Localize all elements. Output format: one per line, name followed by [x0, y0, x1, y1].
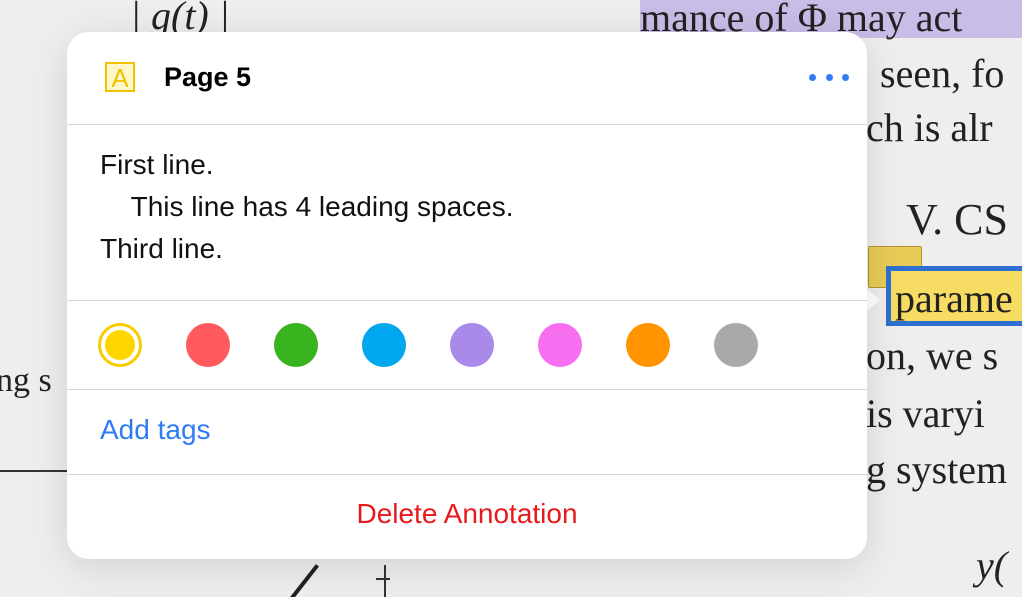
highlight-annotation-icon: A: [105, 62, 135, 92]
ellipsis-icon: [809, 73, 816, 81]
doc-line: is varyi: [866, 391, 985, 436]
color-swatch-blue[interactable]: [362, 323, 406, 367]
doc-line: g system: [866, 447, 1008, 492]
doc-line-fragment: ng s: [0, 362, 52, 399]
add-tags-button[interactable]: Add tags: [100, 414, 211, 446]
divider: [67, 124, 867, 125]
delete-annotation-button[interactable]: Delete Annotation: [67, 498, 867, 530]
more-options-button[interactable]: [809, 62, 849, 92]
ellipsis-icon: [842, 73, 849, 81]
annotation-comment-text[interactable]: First line. This line has 4 leading spac…: [100, 144, 820, 270]
divider: [67, 389, 867, 390]
color-swatch-gray[interactable]: [714, 323, 758, 367]
doc-line: seen, fo: [880, 51, 1005, 96]
annotation-popover: A Page 5 First line. This line has 4 lea…: [67, 32, 867, 559]
doc-line: on, we s: [866, 333, 999, 378]
divider: [67, 474, 867, 475]
color-swatch-yellow[interactable]: [98, 323, 142, 367]
divider: [67, 300, 867, 301]
color-swatch-orange[interactable]: [626, 323, 670, 367]
doc-diagram-tick: [376, 578, 390, 580]
doc-section-heading: V. CS: [906, 195, 1008, 244]
color-swatch-purple[interactable]: [450, 323, 494, 367]
color-swatch-red[interactable]: [186, 323, 230, 367]
page-title: Page 5: [164, 62, 252, 92]
selected-word-text: parame: [895, 276, 1013, 321]
doc-line: ch is alr: [866, 105, 993, 150]
ellipsis-icon: [825, 73, 833, 81]
color-swatch-green[interactable]: [274, 323, 318, 367]
popover-header: A Page 5: [67, 32, 867, 124]
selected-highlight-annotation[interactable]: parame: [886, 266, 1022, 326]
doc-formula-y: y(: [976, 543, 1008, 588]
color-swatch-pink[interactable]: [538, 323, 582, 367]
doc-diagram-tick: [384, 565, 386, 597]
doc-rule: [0, 470, 70, 472]
doc-diagram-line: [285, 564, 319, 597]
selected-color-fill: [105, 330, 135, 360]
